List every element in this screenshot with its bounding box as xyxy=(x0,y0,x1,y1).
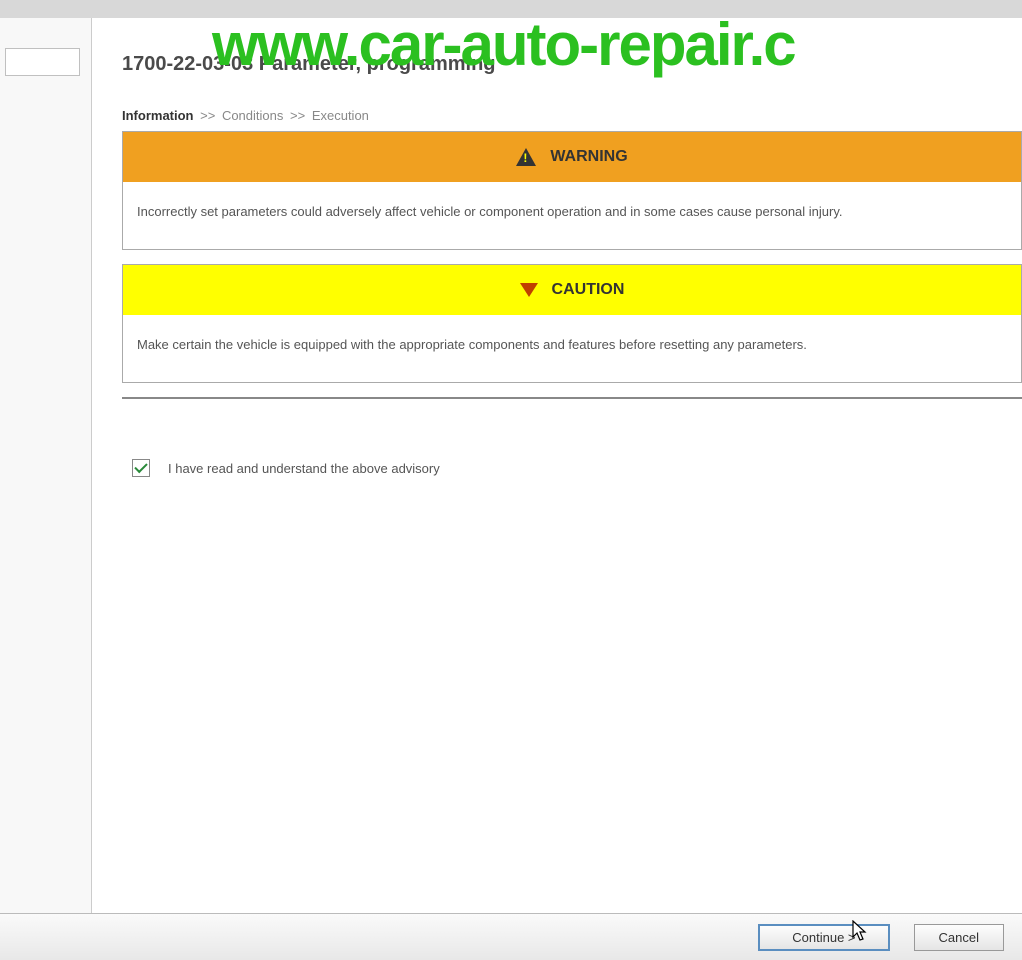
warning-header: WARNING xyxy=(123,132,1021,182)
breadcrumb-execution: Execution xyxy=(312,108,369,123)
warning-box: WARNING Incorrectly set parameters could… xyxy=(122,131,1022,250)
caution-arrow-icon xyxy=(520,283,538,297)
left-panel-item[interactable] xyxy=(5,48,80,76)
cursor-icon xyxy=(852,920,870,944)
warning-header-text: WARNING xyxy=(550,148,627,166)
caution-header: CAUTION xyxy=(123,265,1021,315)
breadcrumb-information: Information xyxy=(122,108,194,123)
content-area: www.car-auto-repair.c 1700-22-03-03 Para… xyxy=(92,18,1022,913)
breadcrumb-conditions: Conditions xyxy=(222,108,283,123)
advisory-label: I have read and understand the above adv… xyxy=(168,461,440,476)
caution-box: CAUTION Make certain the vehicle is equi… xyxy=(122,264,1022,383)
main-container: www.car-auto-repair.c 1700-22-03-03 Para… xyxy=(0,18,1022,913)
watermark-text: www.car-auto-repair.c xyxy=(212,10,795,79)
left-panel xyxy=(0,18,92,913)
warning-body: Incorrectly set parameters could adverse… xyxy=(123,182,1021,249)
divider xyxy=(122,397,1022,399)
advisory-checkbox-row: I have read and understand the above adv… xyxy=(122,459,1022,477)
caution-body: Make certain the vehicle is equipped wit… xyxy=(123,315,1021,382)
warning-triangle-icon xyxy=(516,148,536,166)
caution-header-text: CAUTION xyxy=(552,281,625,299)
breadcrumb-sep: >> xyxy=(200,108,215,123)
breadcrumb-sep: >> xyxy=(290,108,305,123)
advisory-checkbox[interactable] xyxy=(132,459,150,477)
cancel-button[interactable]: Cancel xyxy=(914,924,1004,951)
checkmark-icon xyxy=(134,460,147,473)
breadcrumb: Information >> Conditions >> Execution xyxy=(122,108,1022,123)
